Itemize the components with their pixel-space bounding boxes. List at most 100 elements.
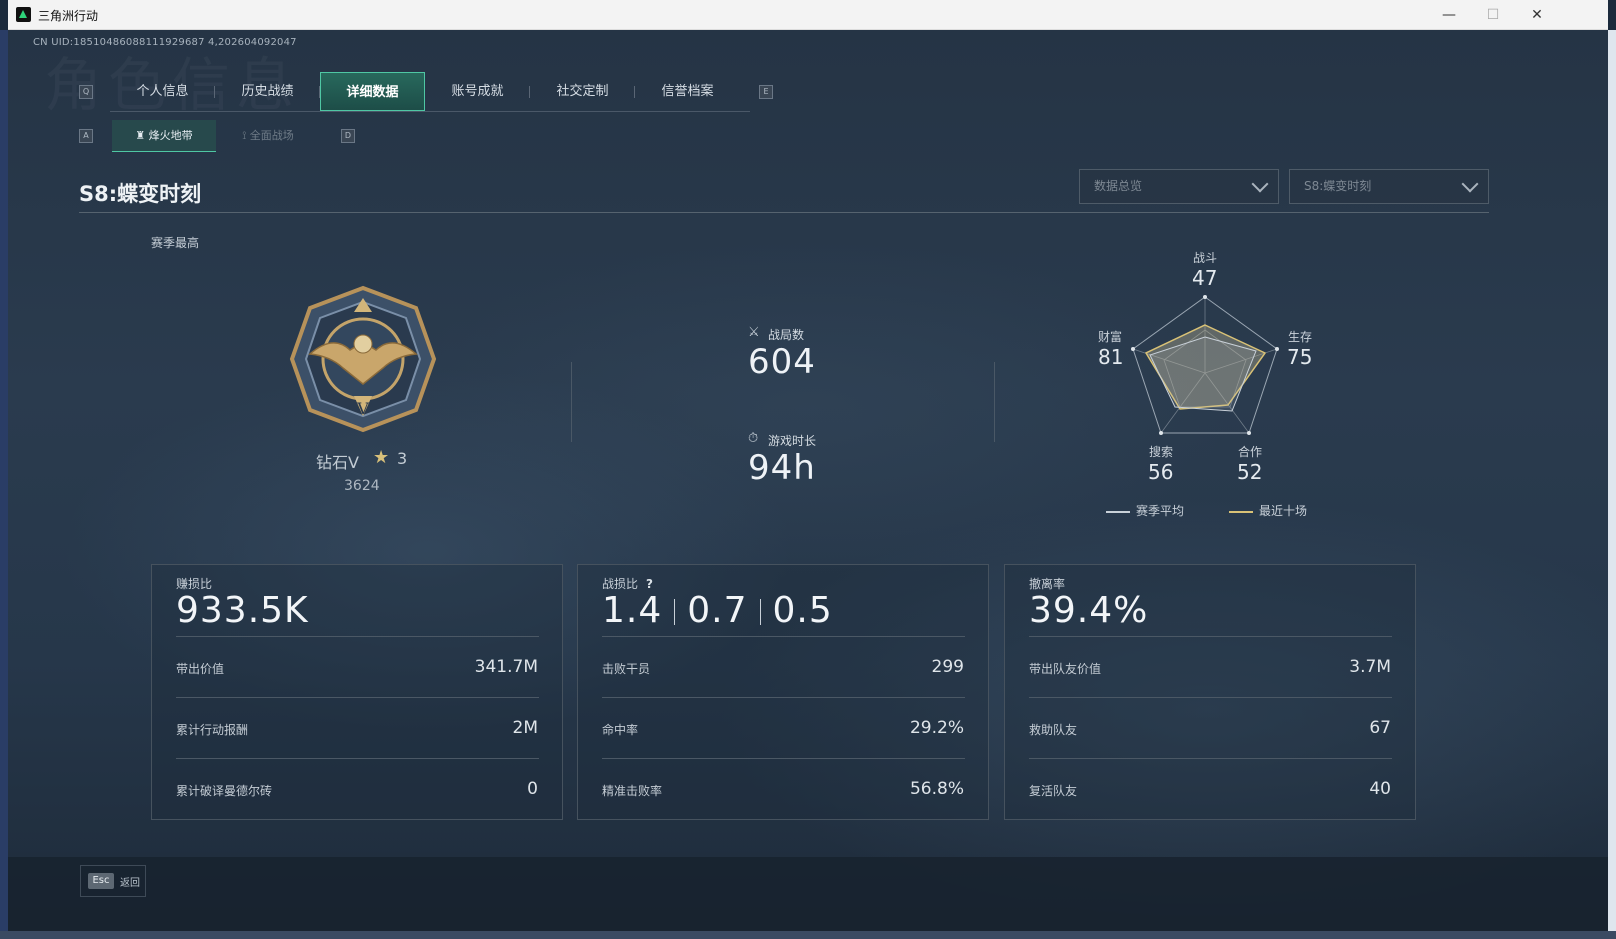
ratio-separator <box>674 599 676 625</box>
svg-text:V: V <box>356 399 369 418</box>
row-value: 40 <box>1369 779 1391 799</box>
row-value: 0 <box>527 779 538 799</box>
tab-social[interactable]: 社交定制 <box>530 72 635 111</box>
player-uid: CN UID:18510486088111929687 4,2026040920… <box>33 37 297 48</box>
nav-prev-key-hint[interactable]: Q <box>79 85 93 99</box>
tab-personal-info[interactable]: 个人信息 <box>110 72 215 111</box>
playtime-value: 94h <box>748 448 816 488</box>
radar-survival-value: 75 <box>1287 345 1313 369</box>
ratio-separator <box>759 599 761 625</box>
season-title: S8:蝶变时刻 <box>79 182 202 206</box>
close-button[interactable]: ✕ <box>1514 0 1560 30</box>
matches-label: 战局数 <box>768 328 805 342</box>
row-value: 3.7M <box>1349 657 1391 677</box>
subtab-next-key-hint[interactable]: D <box>341 129 355 143</box>
tower-icon: ♜ <box>135 129 149 142</box>
chevron-down-icon <box>1461 175 1479 193</box>
row-divider <box>602 636 965 637</box>
help-icon[interactable]: ? <box>646 577 653 591</box>
row-label: 命中率 <box>602 723 639 737</box>
row-label: 带出价值 <box>176 662 225 676</box>
legend-swatch <box>1229 510 1253 513</box>
profit-ratio-value: 933.5K <box>176 590 309 631</box>
row-label: 救助队友 <box>1029 723 1078 737</box>
legend-season-avg: 赛季平均 <box>1106 502 1184 519</box>
tab-warfare-mode[interactable]: ⟟ 全面战场 <box>216 120 320 152</box>
row-divider <box>176 636 539 637</box>
game-viewport: 角色信息 CN UID:18510486088111929687 4,20260… <box>8 30 1608 931</box>
row-label: 累计破译曼德尔砖 <box>176 784 273 798</box>
header-divider <box>79 212 1489 213</box>
row-divider <box>1029 636 1392 637</box>
tab-reputation[interactable]: 信誉档案 <box>635 72 740 111</box>
season-best-label: 赛季最高 <box>151 236 200 250</box>
esc-key-hint: Esc <box>88 873 114 889</box>
season-dropdown[interactable]: S8:蝶变时刻 <box>1289 169 1489 204</box>
tab-history[interactable]: 历史战绩 <box>215 72 320 111</box>
row-divider <box>602 697 965 698</box>
star-icon: ★ <box>373 447 390 468</box>
radar-coop-value: 52 <box>1237 460 1263 484</box>
main-nav-tabs: 个人信息 历史战绩 详细数据 账号成就 社交定制 信誉档案 <box>110 72 750 112</box>
rank-score: 3624 <box>344 478 380 494</box>
radar-combat-value: 47 <box>1192 266 1218 290</box>
radar-combat-label: 战斗 <box>1193 251 1218 265</box>
radar-search-value: 56 <box>1148 460 1174 484</box>
row-value: 299 <box>931 657 964 677</box>
row-value: 2M <box>512 718 538 738</box>
rank-star-count: 3 <box>397 449 408 468</box>
profit-card: 赚损比 933.5K 带出价值 341.7M 累计行动报酬 2M 累计破译曼德尔… <box>151 564 563 820</box>
row-value: 56.8% <box>909 779 964 799</box>
diamond-rank-medal-icon: V <box>289 285 437 433</box>
playtime-label: 游戏时长 <box>768 434 817 448</box>
row-divider <box>176 697 539 698</box>
data-type-dropdown[interactable]: 数据总览 <box>1079 169 1279 204</box>
extract-rate-value: 39.4% <box>1029 590 1149 631</box>
minimize-button[interactable]: — <box>1426 0 1472 30</box>
radar-chart <box>1131 295 1279 435</box>
app-logo-icon <box>16 7 31 22</box>
row-value: 29.2% <box>909 718 964 738</box>
window-titlebar[interactable]: 三角洲行动 — ☐ ✕ <box>8 0 1608 30</box>
row-label: 带出队友价值 <box>1029 662 1102 676</box>
mode-sub-tabs: ♜ 烽火地带 ⟟ 全面战场 <box>112 120 320 152</box>
radar-wealth-value: 81 <box>1098 345 1124 369</box>
desktop-edge-right <box>1608 30 1616 939</box>
row-label: 复活队友 <box>1029 784 1078 798</box>
chevron-down-icon <box>1251 175 1269 193</box>
matches-value: 604 <box>748 342 816 382</box>
bottom-bar <box>8 857 1608 931</box>
legend-swatch <box>1106 510 1130 513</box>
tab-extraction-mode[interactable]: ♜ 烽火地带 <box>112 120 216 152</box>
radar-coop-label: 合作 <box>1238 445 1263 459</box>
row-divider <box>1029 697 1392 698</box>
subtab-prev-key-hint[interactable]: A <box>79 129 93 143</box>
stopwatch-icon: ⏱ <box>748 431 759 446</box>
section-divider <box>571 362 572 442</box>
row-label: 精准击败率 <box>602 784 663 798</box>
row-divider <box>602 758 965 759</box>
crossed-swords-icon: ⚔ <box>748 325 760 340</box>
row-divider <box>176 758 539 759</box>
trident-icon: ⟟ <box>242 129 250 142</box>
back-label: 返回 <box>120 878 140 889</box>
window-title: 三角洲行动 <box>38 9 99 23</box>
radar-wealth-label: 财富 <box>1098 330 1123 344</box>
extract-card: 撤离率 39.4% 带出队友价值 3.7M 救助队友 67 复活队友 40 <box>1004 564 1416 820</box>
row-value: 67 <box>1369 718 1391 738</box>
nav-next-key-hint[interactable]: E <box>759 85 773 99</box>
rank-name: 钻石V <box>316 453 359 472</box>
desktop-edge-left <box>0 30 8 939</box>
tab-detailed-data[interactable]: 详细数据 <box>320 72 425 111</box>
legend-recent-ten: 最近十场 <box>1229 502 1307 519</box>
row-value: 341.7M <box>474 657 538 677</box>
radar-search-label: 搜索 <box>1149 445 1174 459</box>
kd-ratio-values: 1.4 0.7 0.5 <box>602 590 833 631</box>
section-divider <box>994 362 995 442</box>
combat-card: 战损比? 1.4 0.7 0.5 击败干员 299 命中率 29.2% 精准击败率 … <box>577 564 989 820</box>
tab-achievements[interactable]: 账号成就 <box>425 72 530 111</box>
row-label: 击败干员 <box>602 662 651 676</box>
row-divider <box>1029 758 1392 759</box>
radar-survival-label: 生存 <box>1288 330 1313 344</box>
maximize-button[interactable]: ☐ <box>1470 0 1516 30</box>
